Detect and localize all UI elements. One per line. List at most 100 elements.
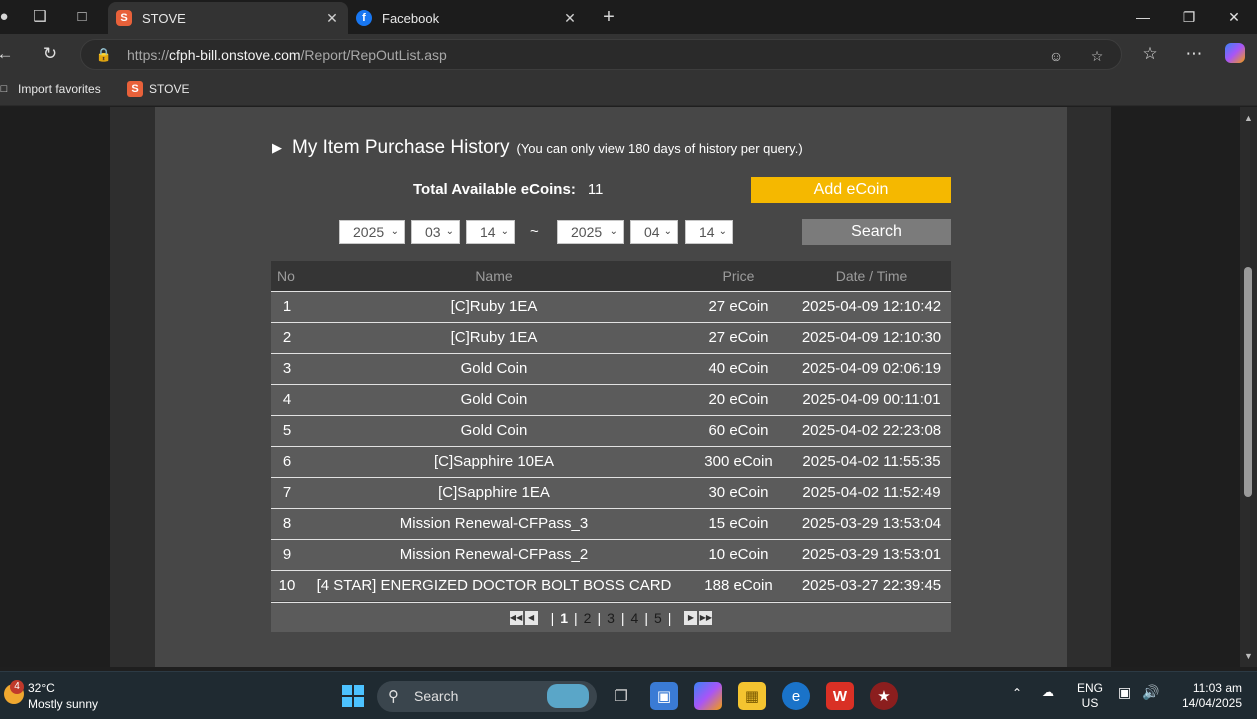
row-date: 2025-03-27 22:39:45 [792,569,951,601]
onedrive-icon[interactable]: ☁ [1042,685,1054,700]
close-window-icon[interactable]: ✕ [1219,6,1249,28]
page-link-1[interactable]: 1 [560,610,568,626]
tab-actions-icon[interactable]: □ [72,7,92,27]
row-price: 27 eCoin [685,321,792,353]
table-header-row: No Name Price Date / Time [271,261,951,291]
table-row: 7 [C]Sapphire 1EA 30 eCoin 2025-04-02 11:52… [271,476,951,508]
table-row: 5 Gold Coin 60 eCoin 2025-04-02 22:23:08 [271,414,951,446]
wps-icon[interactable]: W [826,682,854,710]
from-month-select[interactable]: 03 ⌄ [411,220,460,244]
restore-icon[interactable]: ❐ [1174,6,1204,28]
row-price: 300 eCoin [685,445,792,477]
stove-favicon-icon: S [127,81,143,97]
refresh-icon[interactable]: ↻ [39,43,61,65]
table-row: 3 Gold Coin 40 eCoin 2025-04-09 02:06:19 [271,352,951,384]
back-icon[interactable]: ← [0,43,16,65]
row-date: 2025-04-09 02:06:19 [792,352,951,384]
chevron-down-icon: ⌄ [390,226,399,237]
network-icon[interactable]: ▣ [1118,685,1131,700]
row-date: 2025-04-02 22:23:08 [792,414,951,446]
volume-icon[interactable]: 🔊 [1142,685,1159,700]
file-explorer-icon[interactable]: ▦ [738,682,766,710]
stove-favicon-icon: S [116,10,132,26]
page-link-2[interactable]: 2 [584,610,592,626]
crossfire-icon[interactable]: ★ [870,682,898,710]
chevron-up-icon[interactable]: ⌃ [1012,686,1022,701]
add-ecoin-button[interactable]: Add eCoin [751,177,951,203]
url-text[interactable]: https://cfph-bill.onstove.com/Report/Rep… [127,47,447,63]
tab-title: STOVE [142,10,186,26]
search-button[interactable]: Search [802,219,951,245]
taskbar-search[interactable]: ⚲ Search [377,681,597,712]
weather-widget[interactable]: 4 32°C Mostly sunny [4,680,98,712]
temperature: 32°C [28,681,55,695]
column-header-name: Name [303,261,685,291]
copilot-app-icon[interactable] [694,682,722,710]
windows-start-icon[interactable] [339,682,367,710]
more-icon[interactable]: ⋯ [1183,43,1205,65]
to-day-select[interactable]: 14 ⌄ [685,220,733,244]
row-price: 188 eCoin [685,569,792,601]
tab-facebook[interactable]: f Facebook ✕ [348,2,586,34]
favorite-star-icon[interactable]: ☆ [1087,46,1107,66]
page-link-4[interactable]: 4 [631,610,639,626]
table-row: 8 Mission Renewal-CFPass_3 15 eCoin 2025-03… [271,507,951,539]
minimize-icon[interactable]: — [1128,6,1158,28]
row-name: [C]Sapphire 1EA [303,476,685,508]
profile-icon[interactable]: ● [0,7,14,27]
page-link-5[interactable]: 5 [654,610,662,626]
last-page-icon[interactable]: ▶▶ [699,610,713,625]
page-link-3[interactable]: 3 [607,610,615,626]
title-note: (You can only view 180 days of history p… [516,141,803,156]
store-icon[interactable]: ▣ [650,682,678,710]
fav-label: Import favorites [18,82,101,96]
prev-page-icon[interactable]: ◀ [524,610,538,625]
new-tab-icon[interactable]: + [599,7,619,27]
navigation-bar: ← ↻ 🔒 https://cfph-bill.onstove.com/Repo… [0,34,1257,74]
stove-favorite-link[interactable]: S STOVE [127,81,189,97]
to-year-select[interactable]: 2025 ⌄ [557,220,624,244]
copilot-icon[interactable] [1225,43,1245,63]
row-price: 10 eCoin [685,538,792,570]
workspaces-icon[interactable]: ❑ [30,7,50,27]
tab-title: Facebook [382,10,440,26]
page-separator: | [620,609,625,626]
row-no: 6 [271,445,303,477]
tab-stove[interactable]: S STOVE ✕ [108,2,348,34]
row-no: 3 [271,352,303,384]
favorites-icon[interactable]: ☆ [1139,43,1161,65]
language-indicator[interactable]: ENG US [1076,681,1104,711]
from-day-select[interactable]: 14 ⌄ [466,220,515,244]
address-bar[interactable]: 🔒 https://cfph-bill.onstove.com/Report/R… [80,39,1122,70]
lock-icon[interactable]: 🔒 [95,46,113,64]
scroll-down-icon[interactable]: ▼ [1243,651,1254,661]
import-favorites-link[interactable]: □ Import favorites [0,81,101,97]
next-page-icon[interactable]: ▶ [684,610,698,625]
edge-icon[interactable]: e [782,682,810,710]
row-name: [4 STAR] ENERGIZED DOCTOR BOLT BOSS CARD [303,569,685,601]
close-icon[interactable]: ✕ [322,10,342,27]
close-icon[interactable]: ✕ [560,10,580,27]
row-price: 60 eCoin [685,414,792,446]
table-row: 9 Mission Renewal-CFPass_2 10 eCoin 2025-03… [271,538,951,570]
scroll-up-icon[interactable]: ▲ [1243,113,1254,123]
to-month-select[interactable]: 04 ⌄ [630,220,678,244]
weather-condition: Mostly sunny [28,697,99,711]
reading-mode-icon[interactable]: ☺ [1046,46,1066,66]
search-label: Search [414,688,459,704]
weather-badge: 4 [10,680,24,694]
language-text: ENG [1076,681,1103,695]
ecoin-label: Total Available eCoins: [413,181,576,198]
page-scrollbar[interactable]: ▲ ▼ [1240,107,1257,667]
page-separator: | [550,609,555,626]
column-header-date: Date / Time [792,261,951,291]
first-page-icon[interactable]: ◀◀ [509,610,523,625]
clock-time: 11:03 am [1192,681,1242,695]
task-view-icon[interactable]: ❐ [607,682,635,710]
clock[interactable]: 11:03 am 14/04/2025 [1172,681,1242,711]
row-name: [C]Ruby 1EA [303,290,685,322]
scroll-thumb[interactable] [1244,267,1252,497]
from-year-select[interactable]: 2025 ⌄ [339,220,405,244]
ecoin-balance: Total Available eCoins: 11 [413,181,603,198]
row-price: 20 eCoin [685,383,792,415]
